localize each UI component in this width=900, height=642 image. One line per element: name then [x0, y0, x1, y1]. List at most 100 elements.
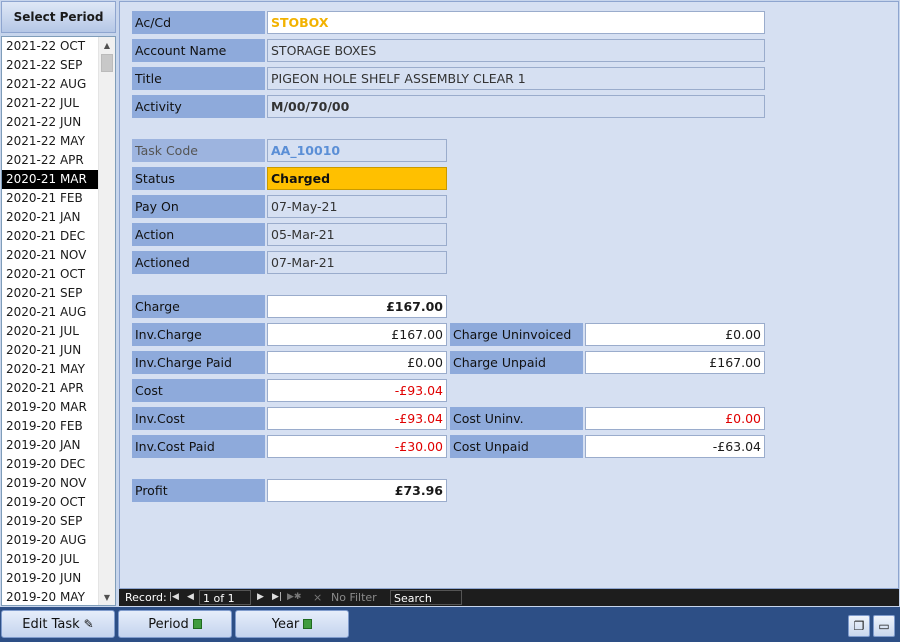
profit-field[interactable]: £73.96: [267, 479, 447, 502]
inv-cost-label: Inv.Cost: [132, 407, 265, 430]
title-field[interactable]: PIGEON HOLE SHELF ASSEMBLY CLEAR 1: [267, 67, 765, 90]
scroll-thumb[interactable]: [101, 54, 113, 72]
period-items: 2021-22 OCT 2021-22 SEP 2021-22 AUG 2021-22…: [2, 37, 98, 605]
edit-task-label: Edit Task: [22, 616, 80, 632]
task-code-label: Task Code: [132, 139, 265, 162]
scroll-up-icon[interactable]: ▲: [99, 37, 115, 53]
period-list-item[interactable]: 2020-21 MAR: [2, 170, 98, 189]
cost-field[interactable]: -£93.04: [267, 379, 447, 402]
search-input[interactable]: Search: [390, 590, 462, 605]
period-list-item[interactable]: 2020-21 DEC: [2, 227, 98, 246]
charge-field[interactable]: £167.00: [267, 295, 447, 318]
cost-unpaid-label: Cost Unpaid: [450, 435, 583, 458]
pencil-icon: ✎: [83, 617, 94, 631]
period-list-item[interactable]: 2020-21 JUL: [2, 322, 98, 341]
period-list-item[interactable]: 2021-22 JUL: [2, 94, 98, 113]
charge-uninvoiced-label: Charge Uninvoiced: [450, 323, 583, 346]
period-label: Period: [148, 616, 189, 632]
green-sheet-icon: [192, 619, 202, 629]
period-list-item[interactable]: 2019-20 NOV: [2, 474, 98, 493]
activity-label: Activity: [132, 95, 265, 118]
charge-label: Charge: [132, 295, 265, 318]
select-period-header: Select Period: [1, 1, 116, 33]
action-field[interactable]: 05-Mar-21: [267, 223, 447, 246]
folder-icon[interactable]: ▭: [873, 615, 895, 637]
inv-cost-field[interactable]: -£93.04: [267, 407, 447, 430]
period-list-item[interactable]: 2019-20 JAN: [2, 436, 98, 455]
period-list-item[interactable]: 2020-21 JUN: [2, 341, 98, 360]
year-label: Year: [271, 616, 300, 632]
charge-uninvoiced-field[interactable]: £0.00: [585, 323, 765, 346]
period-list-item[interactable]: 2019-20 AUG: [2, 531, 98, 550]
activity-field[interactable]: M/00/70/00: [267, 95, 765, 118]
pay-on-label: Pay On: [132, 195, 265, 218]
task-code-field[interactable]: AA_10010: [267, 139, 447, 162]
actioned-field[interactable]: 07-Mar-21: [267, 251, 447, 274]
period-list-item[interactable]: 2020-21 MAY: [2, 360, 98, 379]
period-button[interactable]: Period: [118, 610, 232, 638]
record-counter[interactable]: 1 of 1: [199, 590, 251, 605]
account-name-label: Account Name: [132, 39, 265, 62]
profit-label: Profit: [132, 479, 265, 502]
task-form: Ac/Cd STOBOX Account Name STORAGE BOXES …: [119, 1, 899, 589]
period-list-item[interactable]: 2020-21 FEB: [2, 189, 98, 208]
period-list-item[interactable]: 2020-21 AUG: [2, 303, 98, 322]
period-list-item[interactable]: 2021-22 MAY: [2, 132, 98, 151]
acc-code-label: Ac/Cd: [132, 11, 265, 34]
record-navigation-bar: Record: |◀ ◀ 1 of 1 ▶ ▶| ▶✱ ⨯ No Filter …: [119, 589, 899, 606]
previous-record-icon[interactable]: ◀: [187, 589, 194, 606]
inv-charge-paid-field[interactable]: £0.00: [267, 351, 447, 374]
bottom-toolbar: Edit Task ✎ Period Year ❐ ▭: [0, 607, 900, 642]
no-filter-button[interactable]: No Filter: [331, 589, 377, 606]
account-name-field[interactable]: STORAGE BOXES: [267, 39, 765, 62]
cost-uninv-field[interactable]: £0.00: [585, 407, 765, 430]
new-record-icon[interactable]: ▶✱: [287, 589, 301, 606]
period-list-item[interactable]: 2019-20 OCT: [2, 493, 98, 512]
period-list-item[interactable]: 2021-22 AUG: [2, 75, 98, 94]
period-list-item[interactable]: 2021-22 SEP: [2, 56, 98, 75]
title-label: Title: [132, 67, 265, 90]
charge-unpaid-field[interactable]: £167.00: [585, 351, 765, 374]
first-record-icon[interactable]: |◀: [169, 589, 179, 606]
period-list-item[interactable]: 2019-20 JUL: [2, 550, 98, 569]
period-list-item[interactable]: 2020-21 OCT: [2, 265, 98, 284]
period-list-item[interactable]: 2020-21 SEP: [2, 284, 98, 303]
period-list-item[interactable]: 2019-20 MAR: [2, 398, 98, 417]
period-list-item[interactable]: 2019-20 DEC: [2, 455, 98, 474]
pay-on-field[interactable]: 07-May-21: [267, 195, 447, 218]
record-label: Record:: [125, 591, 167, 604]
period-list-item[interactable]: 2019-20 MAY: [2, 588, 98, 605]
period-scrollbar[interactable]: ▲ ▼: [98, 37, 115, 605]
green-sheet-icon: [303, 619, 313, 629]
period-list-item[interactable]: 2021-22 OCT: [2, 37, 98, 56]
filter-icon: ⨯: [313, 591, 323, 604]
action-label: Action: [132, 223, 265, 246]
status-field[interactable]: Charged: [267, 167, 447, 190]
period-list-item[interactable]: 2021-22 JUN: [2, 113, 98, 132]
copy-icon[interactable]: ❐: [848, 615, 870, 637]
cost-unpaid-field[interactable]: -£63.04: [585, 435, 765, 458]
inv-charge-field[interactable]: £167.00: [267, 323, 447, 346]
period-list-item[interactable]: 2020-21 NOV: [2, 246, 98, 265]
period-list-item[interactable]: 2020-21 APR: [2, 379, 98, 398]
cost-uninv-label: Cost Uninv.: [450, 407, 583, 430]
last-record-icon[interactable]: ▶|: [272, 589, 282, 606]
period-list-item[interactable]: 2020-21 JAN: [2, 208, 98, 227]
period-list-item[interactable]: 2019-20 FEB: [2, 417, 98, 436]
period-list-item[interactable]: 2021-22 APR: [2, 151, 98, 170]
period-list-item[interactable]: 2019-20 SEP: [2, 512, 98, 531]
inv-cost-paid-label: Inv.Cost Paid: [132, 435, 265, 458]
period-list-item[interactable]: 2019-20 JUN: [2, 569, 98, 588]
inv-cost-paid-field[interactable]: -£30.00: [267, 435, 447, 458]
next-record-icon[interactable]: ▶: [257, 589, 264, 606]
scroll-down-icon[interactable]: ▼: [99, 589, 115, 605]
year-button[interactable]: Year: [235, 610, 349, 638]
inv-charge-paid-label: Inv.Charge Paid: [132, 351, 265, 374]
cost-label: Cost: [132, 379, 265, 402]
acc-code-field[interactable]: STOBOX: [267, 11, 765, 34]
status-label: Status: [132, 167, 265, 190]
actioned-label: Actioned: [132, 251, 265, 274]
inv-charge-label: Inv.Charge: [132, 323, 265, 346]
period-list[interactable]: 2021-22 OCT 2021-22 SEP 2021-22 AUG 2021-22…: [1, 36, 116, 606]
edit-task-button[interactable]: Edit Task ✎: [1, 610, 115, 638]
